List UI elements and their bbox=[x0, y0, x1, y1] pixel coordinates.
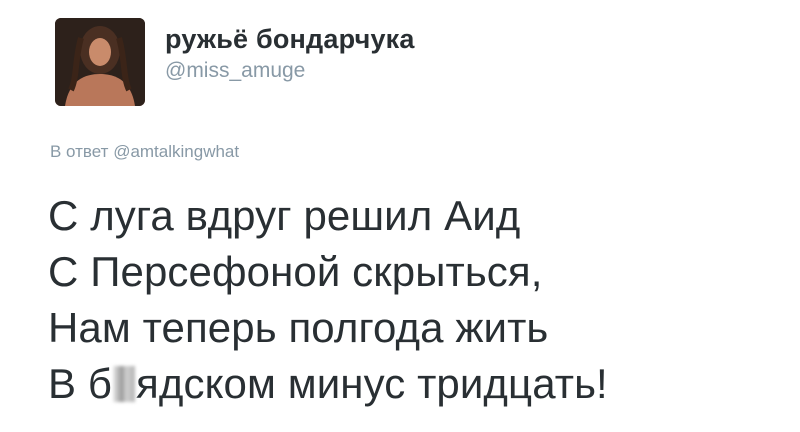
reply-context: В ответ @amtalkingwhat bbox=[50, 141, 239, 163]
user-handle[interactable]: @miss_amuge bbox=[165, 58, 415, 84]
censor-blur bbox=[113, 366, 136, 402]
tweet-line-3: Нам теперь полгода жить bbox=[48, 304, 549, 351]
tweet-header: ружьё бондарчука @miss_amuge bbox=[55, 18, 415, 106]
tweet-text: С луга вдруг решил Аид С Персефоной скры… bbox=[48, 188, 608, 412]
tweet-line-4-end: ядском минус тридцать! bbox=[136, 360, 608, 407]
tweet-line-2: С Персефоной скрыться, bbox=[48, 248, 543, 295]
tweet-line-4: В б ядском минус тридцать! bbox=[48, 356, 608, 412]
tweet: ружьё бондарчука @miss_amuge В ответ @am… bbox=[0, 0, 800, 432]
display-name[interactable]: ружьё бондарчука bbox=[165, 22, 415, 56]
avatar[interactable] bbox=[55, 18, 145, 106]
tweet-line-4-start: В б bbox=[48, 360, 113, 407]
avatar-image bbox=[55, 18, 145, 106]
reply-mention-link[interactable]: @amtalkingwhat bbox=[113, 142, 239, 161]
user-info: ружьё бондарчука @miss_amuge bbox=[165, 22, 415, 84]
reply-prefix: В ответ bbox=[50, 142, 109, 161]
tweet-line-1: С луга вдруг решил Аид bbox=[48, 192, 521, 239]
